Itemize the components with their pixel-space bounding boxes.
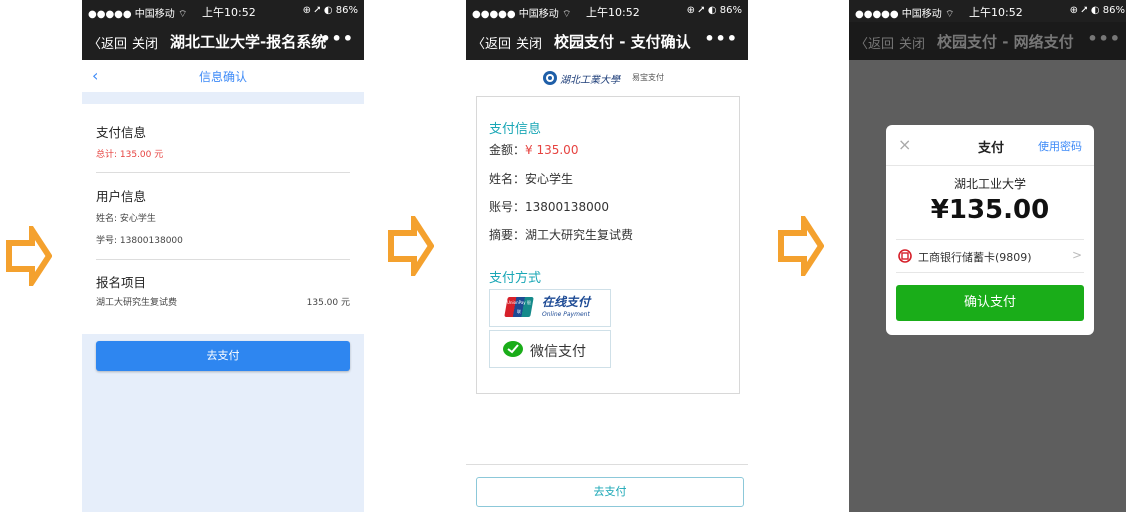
battery-indicator: ⊕ ⭧ ◐ 86%: [686, 5, 742, 16]
close-icon[interactable]: ×: [898, 135, 911, 154]
status-bar: ●●●●● 中国移动 ⌔ 上午10:52 ⊕ ⭧ ◐ 86%: [466, 0, 748, 22]
unionpay-logo-text: UnionPay 银联: [507, 300, 531, 314]
phone-screen-pay-confirm: ●●●●● 中国移动 ⌔ 上午10:52 ⊕ ⭧ ◐ 86% 〈返回 关闭 校园…: [466, 0, 748, 512]
page-body: 湖北工業大學 易宝支付 支付信息 金额：¥ 135.00 姓名：安心学生 账号：…: [466, 60, 748, 512]
back-button[interactable]: 〈返回: [88, 33, 127, 52]
signup-price: 135.00 元: [306, 298, 350, 308]
right-arrow-icon: [6, 226, 52, 286]
payment-card: 支付信息 金额：¥ 135.00 姓名：安心学生 账号：13800138000 …: [476, 96, 740, 394]
info-card: 支付信息 总计: 135.00 元 用户信息 姓名: 安心学生 学号: 1380…: [82, 104, 364, 334]
epay-logo-text: 易宝支付: [632, 73, 664, 82]
name-row: 姓名：安心学生: [489, 172, 574, 186]
page-title: 校园支付 - 支付确认: [554, 33, 691, 51]
carrier-label: ●●●●● 中国移动 ⌔: [855, 9, 955, 20]
wechat-navbar: 〈返回 关闭 校园支付 - 支付确认 •••: [466, 22, 748, 60]
back-button[interactable]: 〈返回: [855, 33, 894, 52]
phone-screen-info-confirm: ●●●●● 中国移动 ⌔ 上午10:52 ⊕ ⭧ ◐ 86% 〈返回 关闭 湖北…: [82, 0, 364, 512]
go-pay-button[interactable]: 去支付: [96, 341, 350, 371]
divider: [96, 259, 350, 260]
school-emblem-icon: [543, 71, 557, 85]
divider: [96, 172, 350, 173]
unionpay-option[interactable]: UnionPay 银联 在线支付 Online Payment: [489, 289, 611, 327]
clock: 上午10:52: [969, 6, 1023, 19]
battery-indicator: ⊕ ⭧ ◐ 86%: [1069, 5, 1125, 16]
bottom-bar: 去支付: [466, 464, 748, 512]
bank-card-label: 工商银行储蓄卡(9809): [918, 251, 1032, 264]
wechat-navbar: 〈返回 关闭 湖北工业大学-报名系统 •••: [82, 22, 364, 60]
close-button[interactable]: 关闭: [516, 33, 542, 52]
status-bar: ●●●●● 中国移动 ⌔ 上午10:52 ⊕ ⭧ ◐ 86%: [82, 0, 364, 22]
divider: [896, 272, 1084, 273]
total-amount: 总计: 135.00 元: [96, 150, 164, 160]
memo-row: 摘要：湖工大研究生复试费: [489, 228, 634, 242]
divider: [886, 165, 1094, 166]
go-pay-button[interactable]: 去支付: [476, 477, 744, 507]
confirm-pay-button[interactable]: 确认支付: [896, 285, 1084, 321]
clock: 上午10:52: [202, 6, 256, 19]
amount-value: ¥ 135.00: [525, 143, 579, 157]
wechat-pay-option[interactable]: 微信支付: [489, 330, 611, 368]
dialog-title: 支付: [978, 141, 1005, 156]
signup-heading: 报名项目: [96, 275, 147, 290]
page-title: 湖北工业大学-报名系统: [170, 33, 327, 51]
pay-amount: ¥135.00: [930, 195, 1050, 225]
sub-header: ‹ 信息确认: [82, 60, 364, 92]
merchant-name: 湖北工业大学: [953, 177, 1026, 191]
account-row: 账号：13800138000: [489, 200, 609, 214]
page-title: 校园支付 - 网络支付: [937, 33, 1074, 51]
bank-card-selector[interactable]: 工商银行储蓄卡(9809) >: [886, 240, 1094, 272]
carrier-label: ●●●●● 中国移动 ⌔: [472, 9, 572, 20]
sub-header-title: 信息确认: [198, 70, 247, 84]
user-info-heading: 用户信息: [96, 189, 147, 204]
battery-indicator: ⊕ ⭧ ◐ 86%: [302, 5, 358, 16]
unionpay-label: 在线支付: [542, 295, 591, 309]
use-password-link[interactable]: 使用密码: [1038, 138, 1082, 154]
wechat-navbar: 〈返回 关闭 校园支付 - 网络支付 •••: [849, 22, 1126, 60]
amount-label: 金额：: [489, 143, 526, 157]
more-menu-button[interactable]: •••: [320, 29, 354, 48]
payment-info-heading: 支付信息: [96, 125, 147, 140]
right-arrow-icon: [388, 216, 434, 276]
user-name: 姓名: 安心学生: [96, 214, 156, 224]
close-button[interactable]: 关闭: [899, 33, 925, 52]
payment-info-heading: 支付信息: [489, 122, 542, 137]
carrier-label: ●●●●● 中国移动 ⌔: [88, 9, 188, 20]
page-body: ‹ 信息确认 支付信息 总计: 135.00 元 用户信息 姓名: 安心学生 学…: [82, 60, 364, 512]
phone-screen-net-pay: ●●●●● 中国移动 ⌔ 上午10:52 ⊕ ⭧ ◐ 86% 〈返回 关闭 校园…: [849, 0, 1126, 512]
amount-row: 金额：¥ 135.00: [489, 141, 578, 158]
school-logo-text: 湖北工業大學: [560, 75, 620, 86]
unionpay-logo-icon: UnionPay 银联: [504, 297, 534, 317]
pay-method-heading: 支付方式: [489, 271, 542, 286]
status-bar: ●●●●● 中国移动 ⌔ 上午10:52 ⊕ ⭧ ◐ 86%: [849, 0, 1126, 22]
right-arrow-icon: [778, 216, 824, 276]
back-button[interactable]: 〈返回: [472, 33, 511, 52]
more-menu-button[interactable]: •••: [1087, 29, 1121, 48]
chevron-right-icon: >: [1071, 248, 1082, 262]
clock: 上午10:52: [586, 6, 640, 19]
wechat-pay-label: 微信支付: [530, 344, 586, 360]
more-menu-button[interactable]: •••: [704, 29, 738, 48]
payment-dialog: × 支付 使用密码 湖北工业大学 ¥135.00 工商银行储蓄卡(9809) >…: [886, 125, 1094, 335]
icbc-bank-icon: [898, 249, 912, 263]
wechat-pay-icon: [503, 341, 523, 357]
close-button[interactable]: 关闭: [132, 33, 158, 52]
logo-band: 湖北工業大學 易宝支付: [466, 60, 748, 96]
signup-item: 湖工大研究生复试费: [96, 298, 178, 308]
unionpay-sublabel: Online Payment: [542, 311, 590, 318]
user-id: 学号: 13800138000: [96, 236, 183, 246]
